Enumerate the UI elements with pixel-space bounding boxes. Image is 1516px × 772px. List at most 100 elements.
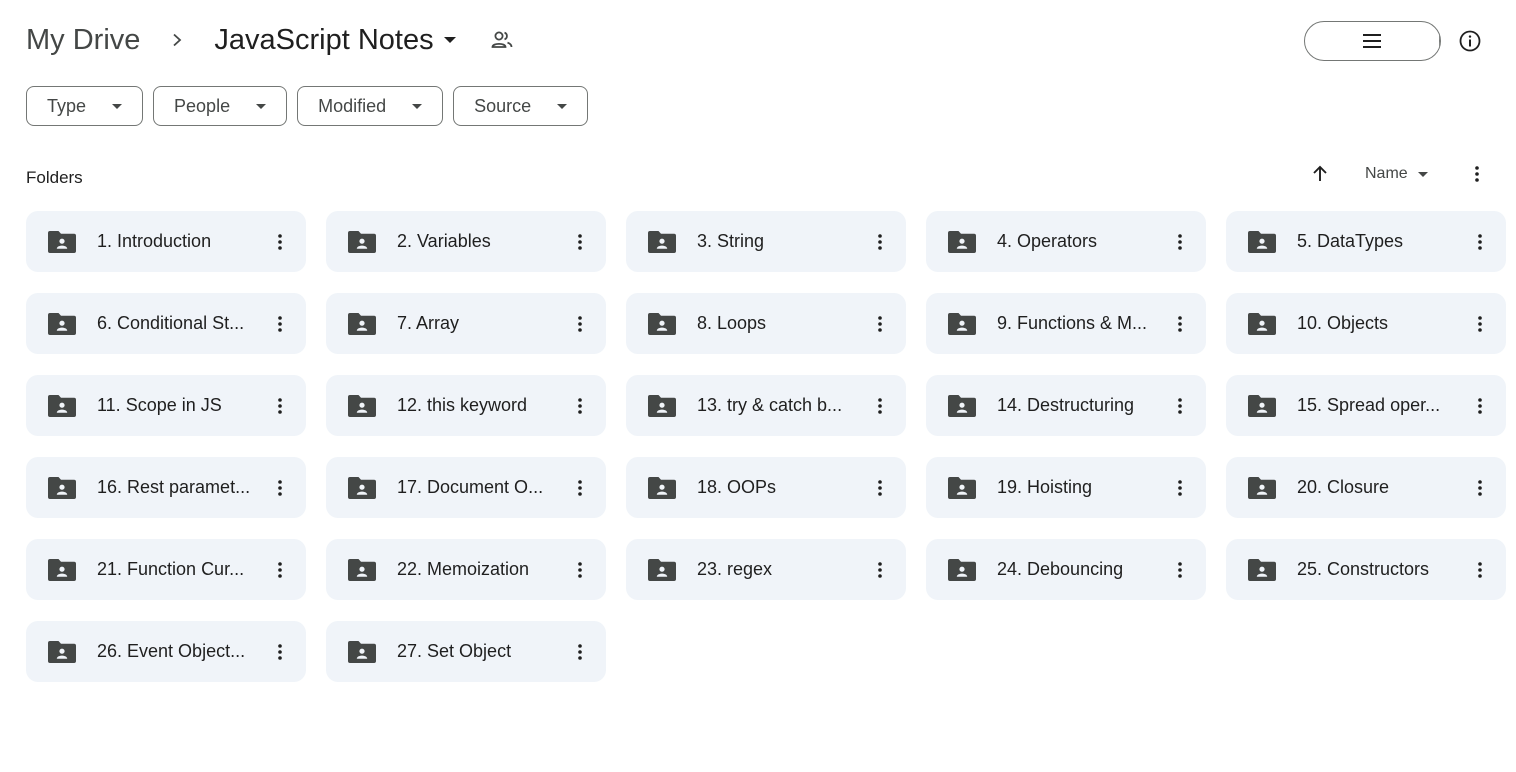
shared-folder-icon (648, 558, 676, 581)
filter-label: People (174, 95, 231, 116)
more-vertical-icon[interactable] (1468, 558, 1492, 582)
view-toggle (1304, 21, 1441, 61)
info-icon[interactable] (1458, 29, 1482, 53)
filter-source[interactable]: Source (453, 86, 589, 126)
folder-card[interactable]: 24. Debouncing (926, 539, 1206, 600)
sort-by-name-button[interactable]: Name (1365, 163, 1428, 185)
shared-folder-icon (1248, 558, 1276, 581)
caret-down-icon (557, 103, 568, 109)
chevron-right-icon (170, 33, 184, 47)
filter-modified[interactable]: Modified (297, 86, 444, 126)
folder-card[interactable]: 15. Spread oper... (1226, 375, 1506, 436)
folder-name: 26. Event Object... (97, 641, 246, 661)
more-vertical-icon[interactable] (868, 312, 892, 336)
more-vertical-icon[interactable] (268, 394, 292, 418)
folder-card[interactable]: 27. Set Object (326, 621, 606, 682)
more-vertical-icon[interactable] (268, 476, 292, 500)
folder-card[interactable]: 4. Operators (926, 211, 1206, 272)
more-vertical-icon[interactable] (1168, 394, 1192, 418)
folder-name: 27. Set Object (397, 641, 512, 661)
folder-card[interactable]: 8. Loops (626, 293, 906, 354)
folder-card[interactable]: 18. OOPs (626, 457, 906, 518)
more-vertical-icon[interactable] (568, 558, 592, 582)
folder-card[interactable]: 26. Event Object... (26, 621, 306, 682)
shared-folder-icon (948, 312, 976, 335)
more-vertical-icon[interactable] (1468, 312, 1492, 336)
more-vertical-icon[interactable] (868, 558, 892, 582)
caret-down-icon (112, 103, 123, 109)
shared-folder-icon (648, 230, 676, 253)
more-vertical-icon[interactable] (1468, 230, 1492, 254)
more-vertical-icon[interactable] (568, 230, 592, 254)
caret-down-icon (443, 37, 456, 43)
more-vertical-icon[interactable] (868, 476, 892, 500)
folder-name: 3. String (697, 231, 765, 251)
more-vertical-icon[interactable] (268, 230, 292, 254)
more-vertical-icon[interactable] (868, 394, 892, 418)
more-vertical-icon[interactable] (268, 640, 292, 664)
shared-folder-icon (348, 312, 376, 335)
more-vertical-icon[interactable] (568, 640, 592, 664)
folder-name: 7. Array (397, 313, 460, 333)
folder-card[interactable]: 23. regex (626, 539, 906, 600)
more-vertical-icon[interactable] (1168, 230, 1192, 254)
folder-card[interactable]: 3. String (626, 211, 906, 272)
folder-name: 1. Introduction (97, 231, 212, 251)
folder-card[interactable]: 13. try & catch b... (626, 375, 906, 436)
folder-card[interactable]: 5. DataTypes (1226, 211, 1506, 272)
shared-folder-icon (648, 476, 676, 499)
caret-down-icon (1417, 171, 1428, 177)
folder-card[interactable]: 25. Constructors (1226, 539, 1506, 600)
folder-name: 13. try & catch b... (697, 395, 843, 415)
shared-folder-icon (48, 640, 76, 663)
folder-name: 18. OOPs (697, 477, 777, 497)
current-folder-title: JavaScript Notes (214, 23, 434, 56)
current-folder-menu[interactable]: JavaScript Notes (214, 23, 456, 57)
folder-card[interactable]: 10. Objects (1226, 293, 1506, 354)
folder-card[interactable]: 16. Rest paramet... (26, 457, 306, 518)
more-vertical-icon[interactable] (568, 476, 592, 500)
folder-card[interactable]: 22. Memoization (326, 539, 606, 600)
shared-folder-icon (948, 558, 976, 581)
filter-type[interactable]: Type (26, 86, 144, 126)
filter-people[interactable]: People (153, 86, 288, 126)
more-vertical-icon[interactable] (268, 312, 292, 336)
more-vertical-icon[interactable] (1168, 312, 1192, 336)
folder-card[interactable]: 6. Conditional St... (26, 293, 306, 354)
shared-folder-icon (348, 640, 376, 663)
shared-folder-icon (348, 558, 376, 581)
folder-card[interactable]: 2. Variables (326, 211, 606, 272)
people-icon[interactable] (490, 28, 514, 52)
folder-card[interactable]: 7. Array (326, 293, 606, 354)
more-vertical-icon[interactable] (1168, 558, 1192, 582)
more-vertical-icon[interactable] (568, 312, 592, 336)
more-vertical-icon[interactable] (1468, 394, 1492, 418)
more-vertical-icon[interactable] (1468, 476, 1492, 500)
folder-name: 6. Conditional St... (97, 313, 245, 333)
more-vertical-icon[interactable] (1465, 162, 1489, 186)
shared-folder-icon (348, 394, 376, 417)
more-vertical-icon[interactable] (1168, 476, 1192, 500)
more-vertical-icon[interactable] (568, 394, 592, 418)
arrow-up-icon[interactable] (1308, 162, 1332, 186)
folder-card[interactable]: 9. Functions & M... (926, 293, 1206, 354)
caret-down-icon (256, 103, 267, 109)
folder-card[interactable]: 14. Destructuring (926, 375, 1206, 436)
caret-down-icon (412, 103, 423, 109)
folder-card[interactable]: 17. Document O... (326, 457, 606, 518)
breadcrumb-my-drive[interactable]: My Drive (26, 24, 140, 57)
folder-card[interactable]: 12. this keyword (326, 375, 606, 436)
folder-card[interactable]: 11. Scope in JS (26, 375, 306, 436)
folder-card[interactable]: 19. Hoisting (926, 457, 1206, 518)
folder-card[interactable]: 1. Introduction (26, 211, 306, 272)
folder-name: 12. this keyword (397, 395, 528, 415)
list-view-button[interactable] (1305, 22, 1440, 60)
more-vertical-icon[interactable] (268, 558, 292, 582)
filter-label: Type (47, 95, 87, 116)
shared-folder-icon (48, 476, 76, 499)
more-vertical-icon[interactable] (868, 230, 892, 254)
folder-card[interactable]: 21. Function Cur... (26, 539, 306, 600)
folder-card[interactable]: 20. Closure (1226, 457, 1506, 518)
folder-name: 20. Closure (1297, 477, 1390, 497)
folder-grid: 1. Introduction 2. Variables 3. String 4… (26, 211, 1506, 682)
